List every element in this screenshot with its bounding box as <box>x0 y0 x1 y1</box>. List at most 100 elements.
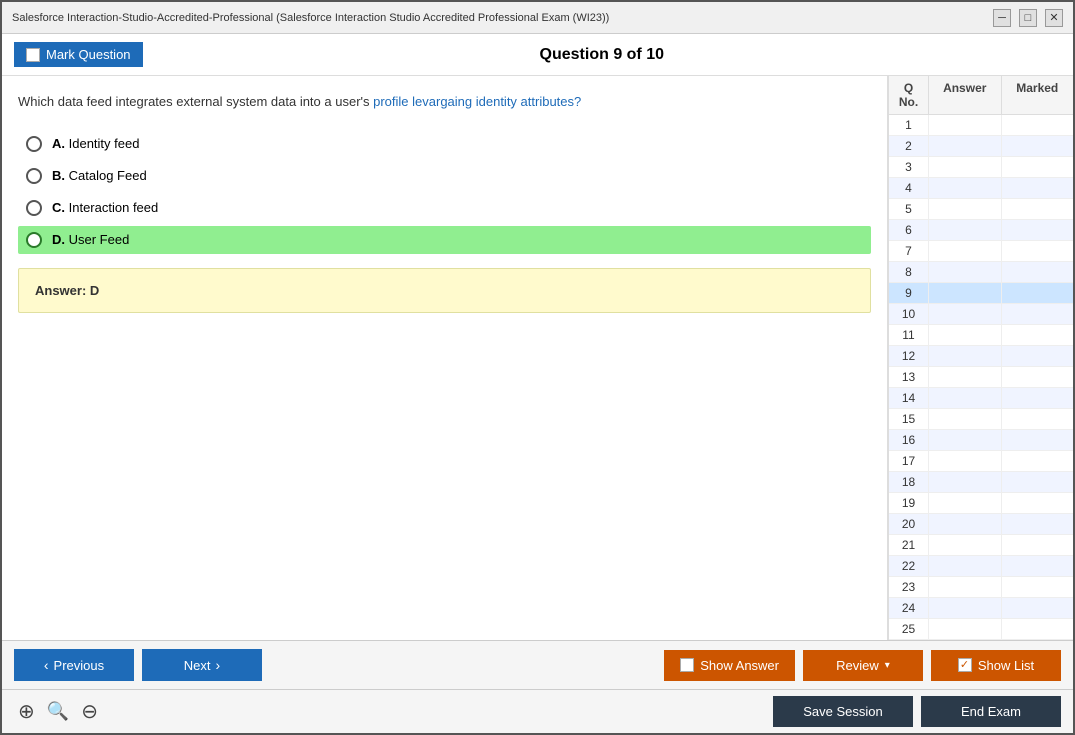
show-answer-button[interactable]: Show Answer <box>664 650 795 681</box>
q-answer-5 <box>929 199 1002 219</box>
q-answer-6 <box>929 220 1002 240</box>
q-num-11: 11 <box>889 325 929 345</box>
q-num-4: 4 <box>889 178 929 198</box>
option-c-letter: C. <box>52 200 69 215</box>
mark-checkbox-icon <box>26 48 40 62</box>
q-num-18: 18 <box>889 472 929 492</box>
zoom-out-button[interactable]: ⊖ <box>77 697 102 726</box>
sidebar-row-17[interactable]: 17 <box>889 451 1073 472</box>
sidebar-row-25[interactable]: 25 <box>889 619 1073 640</box>
previous-button[interactable]: ‹ Previous <box>14 649 134 681</box>
option-b[interactable]: B. Catalog Feed <box>18 162 871 190</box>
option-b-letter: B. <box>52 168 69 183</box>
end-exam-button[interactable]: End Exam <box>921 696 1061 727</box>
sidebar-row-3[interactable]: 3 <box>889 157 1073 178</box>
q-marked-24 <box>1002 598 1074 618</box>
q-num-17: 17 <box>889 451 929 471</box>
sidebar-row-13[interactable]: 13 <box>889 367 1073 388</box>
q-answer-14 <box>929 388 1002 408</box>
sidebar-row-14[interactable]: 14 <box>889 388 1073 409</box>
title-bar: Salesforce Interaction-Studio-Accredited… <box>2 2 1073 34</box>
sidebar-row-21[interactable]: 21 <box>889 535 1073 556</box>
save-session-label: Save Session <box>803 704 883 719</box>
q-marked-1 <box>1002 115 1074 135</box>
sidebar-row-23[interactable]: 23 <box>889 577 1073 598</box>
option-a[interactable]: A. Identity feed <box>18 130 871 158</box>
question-title: Question 9 of 10 <box>143 46 1061 64</box>
sidebar-row-24[interactable]: 24 <box>889 598 1073 619</box>
close-button[interactable]: ✕ <box>1045 9 1063 27</box>
radio-b <box>26 168 42 184</box>
zoom-reset-button[interactable]: 🔍 <box>43 699 73 724</box>
minimize-button[interactable]: ─ <box>993 9 1011 27</box>
q-answer-22 <box>929 556 1002 576</box>
q-marked-23 <box>1002 577 1074 597</box>
review-button[interactable]: Review ▾ <box>803 650 923 681</box>
next-arrow-icon: › <box>216 657 221 673</box>
q-marked-9 <box>1002 283 1074 303</box>
q-num-20: 20 <box>889 514 929 534</box>
q-num-5: 5 <box>889 199 929 219</box>
sidebar-row-11[interactable]: 11 <box>889 325 1073 346</box>
sidebar-col-marked: Marked <box>1002 76 1074 114</box>
radio-a <box>26 136 42 152</box>
q-marked-8 <box>1002 262 1074 282</box>
sidebar-row-15[interactable]: 15 <box>889 409 1073 430</box>
sidebar-row-6[interactable]: 6 <box>889 220 1073 241</box>
review-dropdown-icon: ▾ <box>885 660 890 671</box>
q-num-6: 6 <box>889 220 929 240</box>
question-text: Which data feed integrates external syst… <box>18 92 871 112</box>
q-num-23: 23 <box>889 577 929 597</box>
sidebar-row-4[interactable]: 4 <box>889 178 1073 199</box>
sidebar-row-8[interactable]: 8 <box>889 262 1073 283</box>
sidebar-row-2[interactable]: 2 <box>889 136 1073 157</box>
q-num-25: 25 <box>889 619 929 639</box>
q-num-9: 9 <box>889 283 929 303</box>
q-answer-13 <box>929 367 1002 387</box>
sidebar-row-5[interactable]: 5 <box>889 199 1073 220</box>
q-marked-7 <box>1002 241 1074 261</box>
zoom-controls: ⊕ 🔍 ⊖ <box>14 697 102 726</box>
answer-box: Answer: D <box>18 268 871 313</box>
sidebar-row-12[interactable]: 12 <box>889 346 1073 367</box>
q-answer-3 <box>929 157 1002 177</box>
q-marked-13 <box>1002 367 1074 387</box>
sidebar-row-20[interactable]: 20 <box>889 514 1073 535</box>
save-session-button[interactable]: Save Session <box>773 696 913 727</box>
sidebar-row-22[interactable]: 22 <box>889 556 1073 577</box>
bottom-bar-2: ⊕ 🔍 ⊖ Save Session End Exam <box>2 689 1073 733</box>
q-marked-19 <box>1002 493 1074 513</box>
sidebar-row-1[interactable]: 1 <box>889 115 1073 136</box>
q-marked-10 <box>1002 304 1074 324</box>
q-answer-10 <box>929 304 1002 324</box>
show-list-button[interactable]: Show List <box>931 650 1061 681</box>
sidebar-row-16[interactable]: 16 <box>889 430 1073 451</box>
end-exam-label: End Exam <box>961 704 1021 719</box>
sidebar-row-19[interactable]: 19 <box>889 493 1073 514</box>
q-answer-11 <box>929 325 1002 345</box>
toolbar: Mark Question Question 9 of 10 <box>2 34 1073 76</box>
q-num-24: 24 <box>889 598 929 618</box>
next-button[interactable]: Next › <box>142 649 262 681</box>
option-d[interactable]: D. User Feed <box>18 226 871 254</box>
q-answer-25 <box>929 619 1002 639</box>
mark-question-button[interactable]: Mark Question <box>14 42 143 67</box>
zoom-in-button[interactable]: ⊕ <box>14 697 39 726</box>
previous-label: Previous <box>54 658 105 673</box>
q-marked-6 <box>1002 220 1074 240</box>
sidebar-row-18[interactable]: 18 <box>889 472 1073 493</box>
q-answer-18 <box>929 472 1002 492</box>
option-c[interactable]: C. Interaction feed <box>18 194 871 222</box>
q-answer-4 <box>929 178 1002 198</box>
q-num-13: 13 <box>889 367 929 387</box>
q-answer-24 <box>929 598 1002 618</box>
question-text-before: Which data feed integrates external syst… <box>18 94 373 109</box>
option-d-text: D. User Feed <box>52 232 129 247</box>
sidebar-row-9[interactable]: 9 <box>889 283 1073 304</box>
sidebar-row-7[interactable]: 7 <box>889 241 1073 262</box>
sidebar-row-10[interactable]: 10 <box>889 304 1073 325</box>
q-marked-18 <box>1002 472 1074 492</box>
q-num-3: 3 <box>889 157 929 177</box>
maximize-button[interactable]: □ <box>1019 9 1037 27</box>
q-answer-17 <box>929 451 1002 471</box>
